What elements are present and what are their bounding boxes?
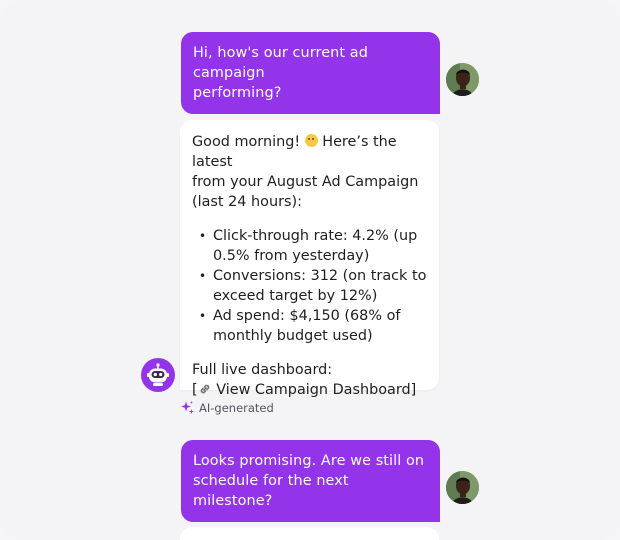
dashboard-link-text[interactable]: View Campaign Dashboard bbox=[212, 382, 410, 398]
dashboard-link[interactable]: [ View Campaign Dashboard] bbox=[192, 380, 427, 400]
ai-generated-tag: AI-generated bbox=[180, 400, 274, 415]
user-avatar bbox=[446, 63, 479, 96]
metrics-list: Click-through rate: 4.2% (up 0.5% from y… bbox=[192, 226, 427, 346]
list-item: Ad spend: $4,150 (68% of monthly budget … bbox=[192, 306, 427, 346]
ai-generated-label: AI-generated bbox=[199, 400, 274, 415]
bot-message-bubble: Good morning! Here’s the latest from you… bbox=[180, 120, 439, 398]
user-message-line: performing? bbox=[193, 85, 282, 101]
bot-intro-line: from your August Ad Campaign bbox=[192, 174, 419, 190]
list-item-line: monthly budget used) bbox=[213, 328, 373, 344]
link-icon bbox=[200, 384, 209, 394]
bot-intro-line: (last 24 hours): bbox=[192, 194, 302, 210]
dashboard-label: Full live dashboard: bbox=[192, 362, 333, 378]
chat-panel: Hi, how's our current ad campaign perfor… bbox=[0, 0, 620, 540]
link-bracket: ] bbox=[410, 382, 417, 398]
list-item-line: Ad spend: $4,150 (68% of bbox=[213, 308, 401, 324]
sparkle-icon bbox=[181, 401, 194, 414]
list-item: Conversions: 312 (on track to exceed tar… bbox=[192, 266, 427, 306]
list-item-line: exceed target by 12%) bbox=[213, 288, 378, 304]
list-item-line: 0.5% from yesterday) bbox=[213, 248, 370, 264]
user-avatar-image bbox=[446, 471, 479, 504]
bot-intro-line: Good morning! Here’s the latest bbox=[192, 132, 427, 172]
bot-intro-text: Good morning! bbox=[192, 134, 305, 150]
list-item-line: Click-through rate: 4.2% (up bbox=[213, 228, 418, 244]
user-message-bubble: Hi, how's our current ad campaign perfor… bbox=[181, 32, 440, 114]
list-item: Click-through rate: 4.2% (up 0.5% from y… bbox=[192, 226, 427, 266]
robot-avatar bbox=[141, 358, 175, 392]
list-item-line: Conversions: 312 (on track to bbox=[213, 268, 427, 284]
user-message-line: schedule for the next milestone? bbox=[193, 473, 349, 509]
robot-icon bbox=[147, 363, 169, 386]
user-message-line: Hi, how's our current ad campaign bbox=[193, 45, 368, 81]
user-avatar-image bbox=[446, 63, 479, 96]
user-avatar bbox=[446, 471, 479, 504]
slightly-smiling-face-emoji bbox=[304, 134, 318, 147]
user-message-bubble: Looks promising. Are we still on schedul… bbox=[181, 440, 440, 522]
bot-message-bubble-partial bbox=[180, 527, 439, 540]
user-message-line: Looks promising. Are we still on bbox=[193, 453, 425, 469]
